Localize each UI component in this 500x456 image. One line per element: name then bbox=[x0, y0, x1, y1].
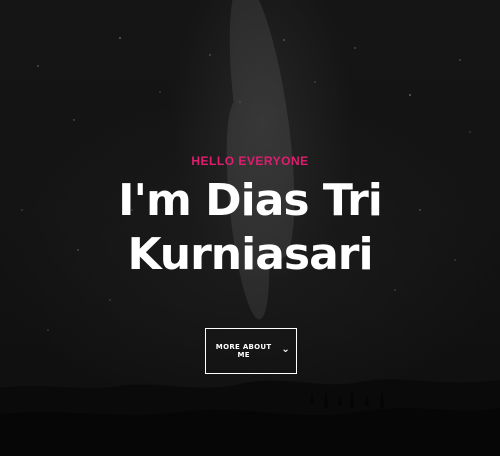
hero-kicker: HELLO EVERYONE bbox=[191, 154, 309, 168]
more-about-me-button[interactable]: MORE ABOUT ME ⌄ bbox=[205, 328, 297, 374]
chevron-down-icon: ⌄ bbox=[281, 344, 290, 355]
more-about-me-label: MORE ABOUT ME bbox=[215, 343, 272, 359]
hero-title-line-2: Kurniasari bbox=[127, 229, 373, 280]
hero-title-line-1: I'm Dias Tri bbox=[118, 175, 383, 226]
hero-content: HELLO EVERYONE I'm Dias Tri Kurniasari M… bbox=[0, 0, 500, 456]
hero-section: HELLO EVERYONE I'm Dias Tri Kurniasari M… bbox=[0, 0, 500, 456]
hero-title: I'm Dias Tri Kurniasari bbox=[0, 174, 500, 282]
